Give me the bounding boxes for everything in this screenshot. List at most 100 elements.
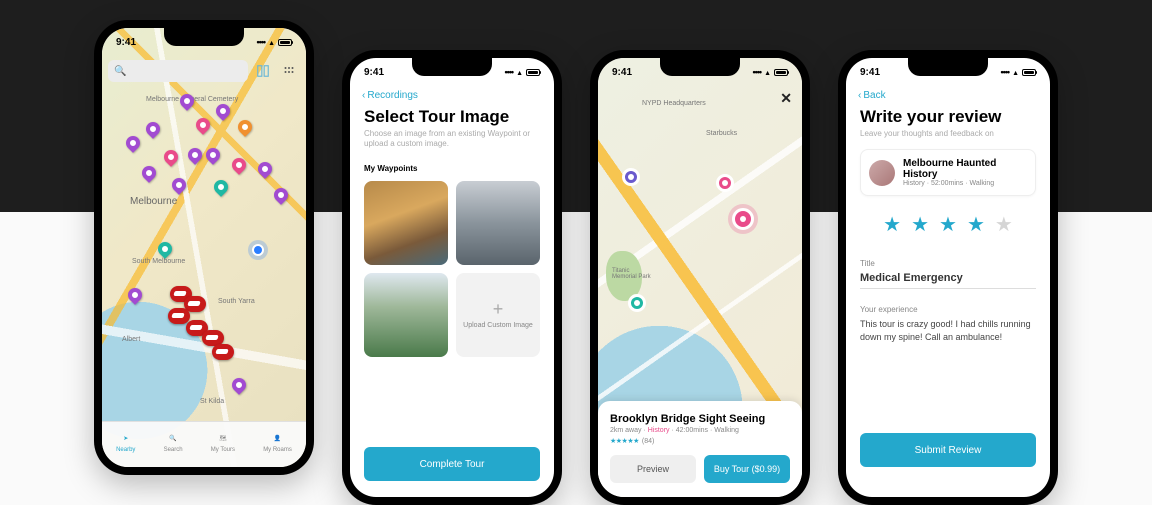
- page-subtitle: Choose an image from an existing Waypoin…: [364, 129, 540, 150]
- tour-summary-card: Melbourne Haunted History History · 52:0…: [860, 149, 1036, 196]
- battery-icon: [1022, 69, 1036, 76]
- button-label: Preview: [637, 464, 669, 474]
- star-icon[interactable]: ★: [939, 212, 957, 237]
- tab-search[interactable]: 🔍 Search: [164, 430, 183, 453]
- status-time: 9:41: [364, 67, 384, 78]
- status-indicators: [1000, 67, 1036, 77]
- status-time: 9:41: [612, 67, 632, 78]
- map-layers-button[interactable]: [252, 60, 274, 82]
- active-map-pin-icon[interactable]: [732, 208, 754, 230]
- section-heading: My Waypoints: [364, 164, 540, 173]
- cell-signal-icon: [752, 67, 761, 77]
- tab-label: My Roams: [263, 447, 292, 453]
- star-icon: ★★★★★: [610, 437, 639, 445]
- tour-title: Brooklyn Bridge Sight Seeing: [610, 413, 790, 425]
- map-pin-icon[interactable]: [628, 294, 646, 312]
- tab-label: Nearby: [116, 447, 135, 453]
- map-label: Melbourne: [130, 196, 177, 207]
- tab-label: Search: [164, 447, 183, 453]
- wifi-icon: [516, 67, 523, 77]
- title-field-label: Title: [860, 259, 1036, 268]
- status-indicators: [504, 67, 540, 77]
- search-input[interactable]: 🔍: [108, 60, 248, 82]
- back-button[interactable]: ‹ Back: [846, 86, 1050, 105]
- tab-nearby[interactable]: ➤ Nearby: [116, 430, 135, 453]
- complete-tour-button[interactable]: Complete Tour: [364, 447, 540, 481]
- tour-name: Melbourne Haunted History: [903, 158, 1027, 180]
- map-label: NYPD Headquarters: [642, 100, 706, 107]
- star-icon[interactable]: ★: [967, 212, 985, 237]
- map-label: Titanic Memorial Park: [612, 268, 652, 280]
- tab-label: My Tours: [211, 447, 235, 453]
- cell-signal-icon: [1000, 67, 1009, 77]
- map-icon: 🗺: [215, 430, 231, 446]
- submit-review-button[interactable]: Submit Review: [860, 433, 1036, 467]
- tour-avatar: [869, 160, 895, 186]
- back-label: Recordings: [367, 90, 418, 101]
- review-title-input[interactable]: [860, 268, 1036, 289]
- star-icon[interactable]: ★: [911, 212, 929, 237]
- magnifier-icon: 🔍: [165, 430, 181, 446]
- preview-button[interactable]: Preview: [610, 455, 696, 483]
- experience-field-label: Your experience: [860, 305, 1036, 314]
- waypoint-image-option[interactable]: [364, 273, 448, 357]
- battery-icon: [278, 39, 292, 46]
- rating: ★★★★★ (84): [610, 437, 790, 445]
- phone-nearby-map: 9:41 🔍 Melbourne General Cemetery: [94, 20, 314, 475]
- cell-signal-icon: [504, 67, 513, 77]
- map-settings-button[interactable]: [278, 60, 300, 82]
- plus-icon: +: [493, 300, 504, 318]
- map-label: St Kilda: [200, 398, 224, 405]
- tab-bar: ➤ Nearby 🔍 Search 🗺 My Tours 👤 My Roams: [102, 421, 306, 467]
- tour-marker-icon[interactable]: [168, 308, 190, 324]
- tour-marker-icon[interactable]: [212, 344, 234, 360]
- cell-signal-icon: [256, 37, 265, 47]
- page-subtitle: Leave your thoughts and feedback on: [860, 129, 1036, 139]
- status-indicators: [256, 37, 292, 47]
- phone-tour-detail: 9:41 ✕ NYPD Headquarters Starbucks Titan…: [590, 50, 810, 505]
- star-icon[interactable]: ★: [995, 212, 1013, 237]
- star-icon[interactable]: ★: [883, 212, 901, 237]
- waypoint-image-option[interactable]: [364, 181, 448, 265]
- buy-tour-button[interactable]: Buy Tour ($0.99): [704, 455, 790, 483]
- battery-icon: [774, 69, 788, 76]
- map-pin-icon[interactable]: [622, 168, 640, 186]
- wifi-icon: [764, 67, 771, 77]
- button-label: Buy Tour ($0.99): [714, 464, 780, 474]
- tour-detail-sheet: Brooklyn Bridge Sight Seeing 2km away · …: [598, 401, 802, 497]
- map-label: Albert: [122, 336, 140, 343]
- status-time: 9:41: [116, 37, 136, 48]
- user-location-dot: [252, 244, 264, 256]
- page-title: Select Tour Image: [364, 107, 540, 127]
- map-label: South Yarra: [218, 298, 255, 305]
- phone-write-review: 9:41 ‹ Back Write your review Leave your…: [838, 50, 1058, 505]
- tab-my-roams[interactable]: 👤 My Roams: [263, 430, 292, 453]
- rating-input[interactable]: ★ ★ ★ ★ ★: [860, 212, 1036, 237]
- chevron-left-icon: ‹: [858, 90, 861, 101]
- phone-select-image: 9:41 ‹ Recordings Select Tour Image Choo…: [342, 50, 562, 505]
- wifi-icon: [268, 37, 275, 47]
- status-indicators: [752, 67, 788, 77]
- upload-label: Upload Custom Image: [463, 322, 533, 329]
- tab-my-tours[interactable]: 🗺 My Tours: [211, 430, 235, 453]
- magnifier-icon: 🔍: [114, 66, 126, 77]
- status-time: 9:41: [860, 67, 880, 78]
- close-button[interactable]: ✕: [780, 90, 792, 107]
- chevron-left-icon: ‹: [362, 90, 365, 101]
- upload-custom-image-button[interactable]: + Upload Custom Image: [456, 273, 540, 357]
- rating-count: (84): [642, 438, 654, 445]
- wifi-icon: [1012, 67, 1019, 77]
- button-label: Complete Tour: [420, 459, 485, 470]
- button-label: Submit Review: [915, 445, 982, 456]
- map-pin-icon[interactable]: [716, 174, 734, 192]
- map-label: South Melbourne: [132, 258, 185, 265]
- back-label: Back: [863, 90, 885, 101]
- waypoint-image-option[interactable]: [456, 181, 540, 265]
- battery-icon: [526, 69, 540, 76]
- person-icon: 👤: [270, 430, 286, 446]
- tour-meta: 2km away · History · 42:00mins · Walking: [610, 427, 790, 434]
- location-arrow-icon: ➤: [118, 430, 134, 446]
- tour-meta: History · 52:00mins · Walking: [903, 180, 1027, 187]
- back-button[interactable]: ‹ Recordings: [350, 86, 554, 105]
- review-body-input[interactable]: This tour is crazy good! I had chills ru…: [860, 318, 1036, 342]
